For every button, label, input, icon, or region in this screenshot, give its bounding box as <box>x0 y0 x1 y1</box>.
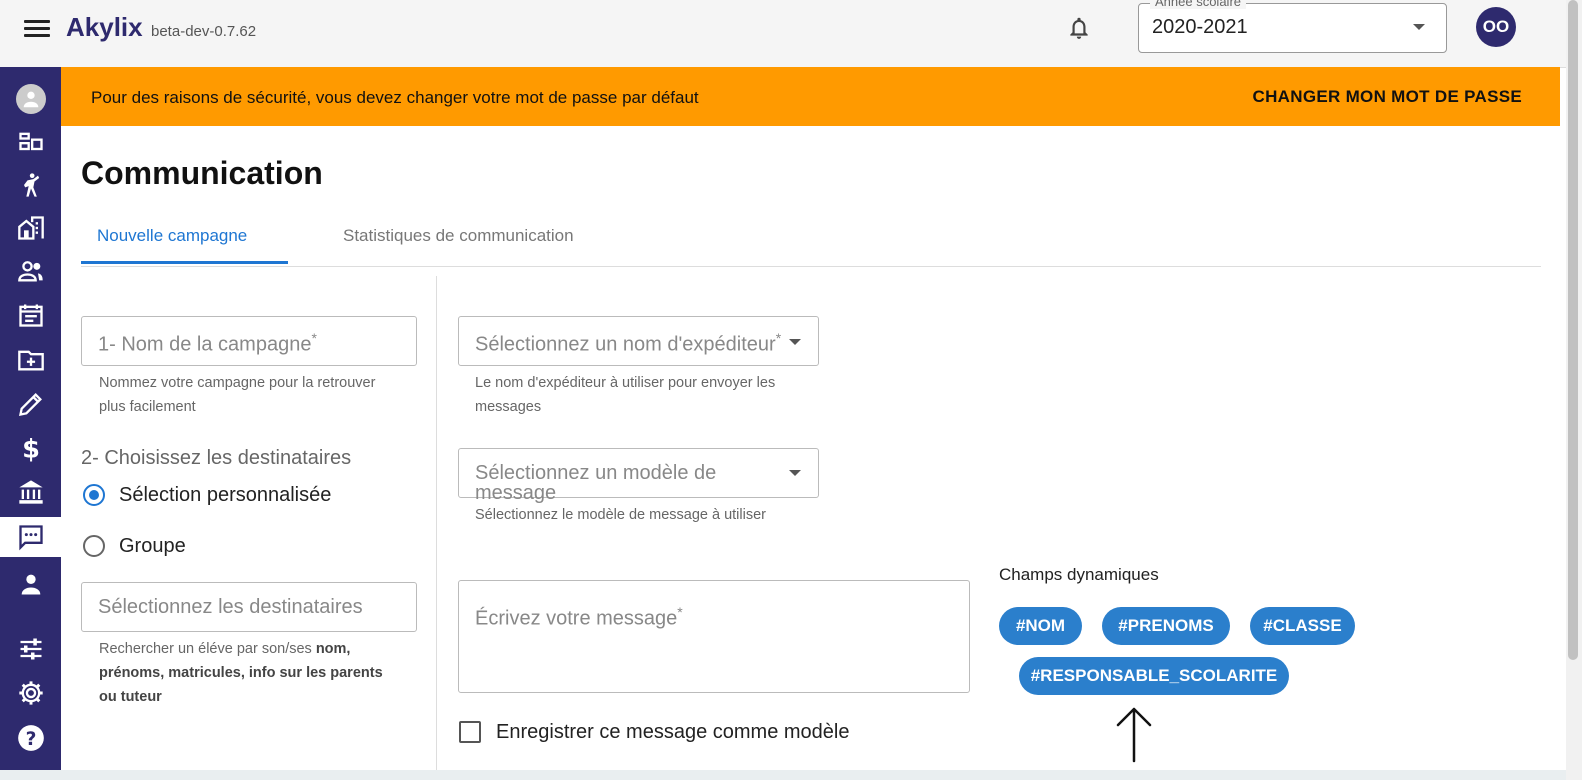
template-help: Sélectionnez le modèle de message à util… <box>475 507 766 523</box>
tab-new-campaign[interactable]: Nouvelle campagne <box>97 226 247 246</box>
tab-communication-stats[interactable]: Statistiques de communication <box>343 226 574 246</box>
recipients-placeholder: Sélectionnez les destinataires <box>98 596 363 618</box>
sidebar-item-calendar[interactable] <box>0 295 61 335</box>
chevron-down-icon[interactable] <box>1413 24 1425 30</box>
message-textarea[interactable] <box>458 580 970 693</box>
save-template-checkbox[interactable] <box>459 721 481 743</box>
sidebar-item-users[interactable] <box>0 564 61 604</box>
top-app-bar: Akylix beta-dev-0.7.62 Année scolaire 20… <box>0 0 1566 68</box>
folder-add-icon <box>17 350 44 371</box>
sidebar-item-folder[interactable] <box>0 340 61 380</box>
chat-icon <box>18 525 43 551</box>
message-placeholder: Écrivez votre message* <box>475 604 683 630</box>
dynamic-fields-title: Champs dynamiques <box>999 565 1159 584</box>
sidebar-item-profile[interactable] <box>0 79 61 119</box>
school-icon <box>17 216 44 240</box>
sidebar-item-communication[interactable] <box>0 517 61 557</box>
radio-custom-selection-label[interactable]: Sélection personnalisée <box>119 484 331 507</box>
bottom-strip <box>0 770 1566 780</box>
hamburger-menu-icon[interactable] <box>22 16 52 42</box>
sidebar-item-bank[interactable] <box>0 472 61 512</box>
school-year-label: Année scolaire <box>1150 0 1246 9</box>
sidebar-item-dashboard[interactable] <box>0 122 61 162</box>
chip-prenoms[interactable]: #PRENOMS <box>1102 607 1230 645</box>
radio-group-label[interactable]: Groupe <box>119 535 186 558</box>
sliders-icon <box>20 638 41 660</box>
svg-text:?: ? <box>25 729 36 750</box>
dollar-icon: $ <box>22 434 40 462</box>
column-divider <box>436 276 437 770</box>
sidebar-nav: $ ? <box>0 67 61 770</box>
svg-text:$: $ <box>22 434 40 462</box>
profile-icon <box>15 84 46 114</box>
sidebar-item-settings[interactable] <box>0 673 61 713</box>
chevron-down-icon[interactable] <box>789 470 801 476</box>
student-icon <box>23 173 39 197</box>
sidebar-item-finance[interactable]: $ <box>0 428 61 468</box>
gear-icon <box>18 681 43 705</box>
campaign-name-help: Nommez votre campagne pour la retrouver … <box>99 375 376 415</box>
annotation-arrow-icon <box>1116 707 1152 763</box>
security-banner: Pour des raisons de sécurité, vous devez… <box>61 67 1560 126</box>
active-tab-indicator <box>81 261 288 264</box>
page-title: Communication <box>81 155 323 191</box>
banner-message: Pour des raisons de sécurité, vous devez… <box>91 88 699 107</box>
chevron-down-icon[interactable] <box>789 339 801 345</box>
chip-responsable-scolarite[interactable]: #RESPONSABLE_SCOLARITE <box>1019 657 1289 695</box>
sidebar-item-school[interactable] <box>0 208 61 248</box>
sidebar-item-edit[interactable] <box>0 384 61 424</box>
recipients-help: Rechercher un éléve par son/ses nom, pré… <box>99 641 383 705</box>
notification-bell-icon[interactable] <box>1066 14 1092 42</box>
sidebar-item-settings-sliders[interactable] <box>0 629 61 669</box>
dashboard-icon <box>18 132 43 151</box>
school-year-value: 2020-2021 <box>1152 16 1248 38</box>
sidebar-item-students[interactable] <box>0 165 61 205</box>
sidebar-item-help[interactable]: ? <box>0 718 61 758</box>
template-placeholder-line2: message <box>475 482 557 504</box>
sidebar-item-people[interactable] <box>0 251 61 291</box>
calendar-icon <box>18 304 43 327</box>
campaign-name-placeholder: 1- Nom de la campagne* <box>98 330 317 356</box>
chip-classe[interactable]: #CLASSE <box>1250 607 1355 645</box>
change-password-button[interactable]: CHANGER MON MOT DE PASSE <box>1253 87 1522 107</box>
radio-custom-selection[interactable] <box>83 484 105 506</box>
sender-name-help: Le nom d'expéditeur à utiliser pour envo… <box>475 375 776 415</box>
bank-icon <box>18 480 43 504</box>
radio-group[interactable] <box>83 535 105 557</box>
app-version: beta-dev-0.7.62 <box>151 23 257 40</box>
tabs-divider <box>81 266 1541 267</box>
person-icon <box>21 574 40 595</box>
help-icon: ? <box>17 725 44 751</box>
sender-name-placeholder: Sélectionnez un nom d'expéditeur* <box>475 330 782 356</box>
user-avatar[interactable]: OO <box>1476 7 1516 47</box>
pencil-icon <box>18 393 42 416</box>
save-template-label[interactable]: Enregistrer ce message comme modèle <box>496 721 849 744</box>
chip-nom[interactable]: #NOM <box>999 607 1082 645</box>
brand-logo[interactable]: Akylix <box>66 12 143 43</box>
recipients-section-label: 2- Choisissez les destinataires <box>81 447 352 469</box>
people-icon <box>17 261 43 282</box>
scrollbar-thumb[interactable] <box>1568 0 1578 660</box>
